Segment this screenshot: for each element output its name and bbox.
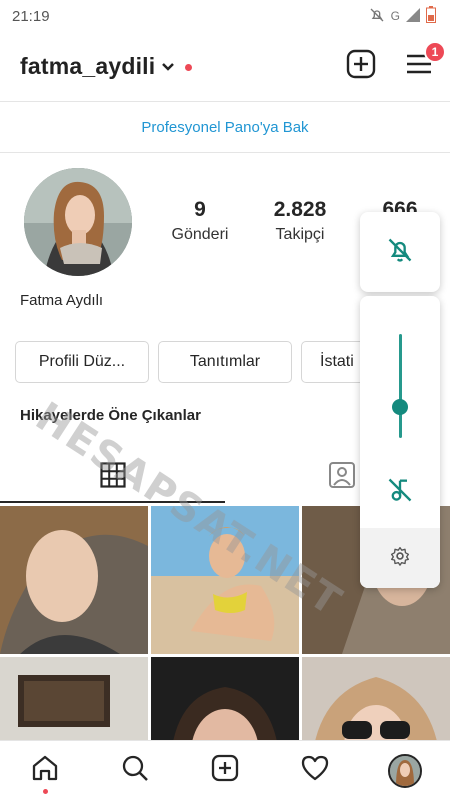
profile-avatar-small bbox=[388, 753, 422, 788]
ringer-mode-button[interactable] bbox=[360, 212, 440, 292]
menu-button[interactable]: 1 bbox=[406, 40, 446, 80]
professional-dashboard-link[interactable]: Profesyonel Pano'ya Bak bbox=[0, 103, 450, 151]
status-time: 21:19 bbox=[12, 7, 50, 25]
followers-count: 2.828 bbox=[273, 198, 327, 221]
home-icon bbox=[31, 754, 59, 787]
status-icons: G bbox=[369, 6, 436, 26]
nav-profile[interactable] bbox=[380, 746, 430, 796]
story-highlights-title[interactable]: Hikayelerde Öne Çıkanlar bbox=[20, 407, 201, 424]
nav-search[interactable] bbox=[110, 746, 160, 796]
grid-icon bbox=[99, 461, 126, 493]
notification-dot bbox=[185, 63, 193, 71]
battery-icon bbox=[426, 6, 436, 26]
gear-icon bbox=[390, 546, 410, 571]
volume-panel bbox=[360, 296, 440, 588]
followers-label: Takipçi bbox=[275, 226, 325, 243]
bottom-navigation bbox=[0, 740, 450, 800]
divider bbox=[0, 152, 450, 153]
edit-profile-button[interactable]: Profili Düz... bbox=[15, 341, 149, 383]
active-tab-indicator bbox=[0, 501, 225, 503]
signal-icon bbox=[406, 7, 420, 25]
home-notification-dot bbox=[43, 788, 48, 794]
volume-slider-thumb[interactable] bbox=[392, 398, 408, 415]
tab-grid[interactable] bbox=[0, 452, 225, 502]
network-type-label: G bbox=[390, 9, 400, 23]
posts-count: 9 bbox=[194, 198, 206, 221]
nav-create[interactable] bbox=[200, 746, 250, 796]
divider bbox=[0, 101, 450, 102]
profile-header: fatma_aydili 1 bbox=[0, 40, 450, 92]
full-name: Fatma Aydılı bbox=[20, 292, 104, 309]
username[interactable]: fatma_aydili bbox=[20, 53, 155, 80]
profile-avatar[interactable] bbox=[24, 168, 132, 276]
chevron-down-icon[interactable] bbox=[161, 59, 175, 77]
hamburger-menu-icon[interactable] bbox=[406, 54, 432, 79]
volume-slider-track[interactable] bbox=[399, 334, 402, 438]
search-icon bbox=[121, 754, 149, 787]
status-bar: 21:19 G bbox=[0, 0, 450, 32]
stat-followers[interactable]: 2.828 Takipçi bbox=[250, 198, 350, 244]
posts-label: Gönderi bbox=[171, 226, 229, 243]
post-thumbnail[interactable] bbox=[0, 506, 148, 654]
nav-activity[interactable] bbox=[290, 746, 340, 796]
tagged-person-icon bbox=[328, 461, 356, 494]
heart-icon bbox=[300, 754, 330, 787]
bell-muted-icon bbox=[386, 236, 414, 269]
post-thumbnail[interactable] bbox=[151, 506, 299, 654]
menu-badge: 1 bbox=[424, 40, 446, 63]
promotions-button[interactable]: Tanıtımlar bbox=[158, 341, 292, 383]
volume-settings-button[interactable] bbox=[360, 528, 440, 588]
nav-home[interactable] bbox=[20, 746, 70, 796]
new-post-icon[interactable] bbox=[346, 49, 376, 84]
profile-actions: Profili Düz... Tanıtımlar İstati bbox=[15, 341, 401, 383]
stat-posts[interactable]: 9 Gönderi bbox=[150, 198, 250, 244]
music-muted-icon[interactable] bbox=[386, 476, 414, 509]
bell-muted-status-icon bbox=[369, 7, 385, 26]
add-post-icon bbox=[211, 754, 239, 787]
